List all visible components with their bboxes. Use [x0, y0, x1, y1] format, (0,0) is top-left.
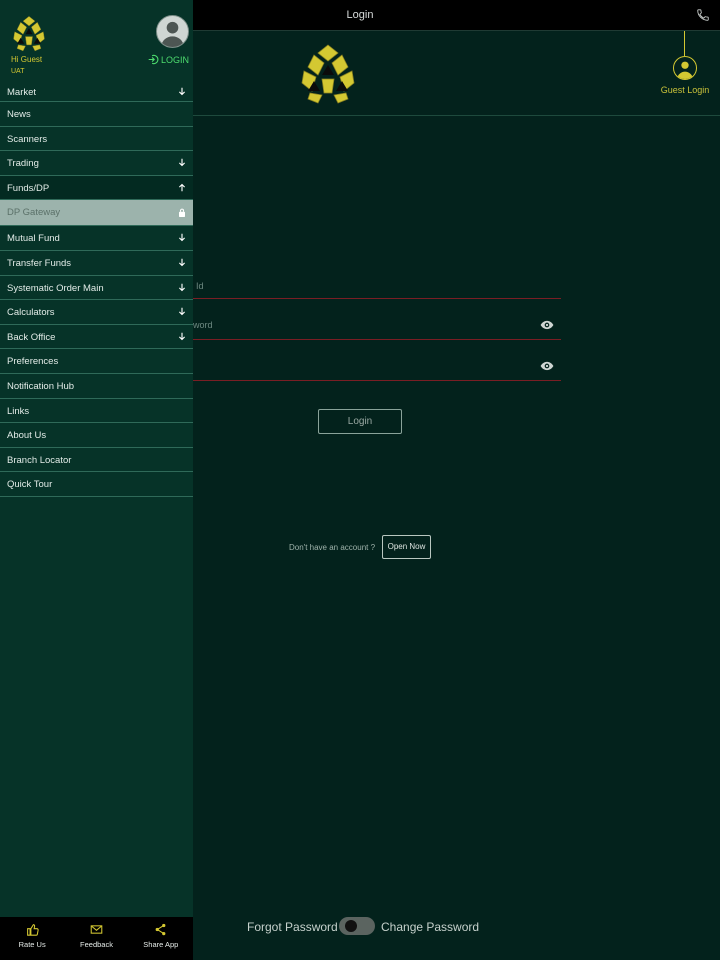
password-underline [193, 339, 561, 340]
menu-item-about-us[interactable]: About Us [0, 423, 193, 448]
rate-us-label: Rate Us [18, 940, 46, 949]
login-button[interactable]: Login [318, 409, 402, 434]
share-app-label: Share App [143, 940, 179, 949]
phone-icon[interactable] [696, 8, 710, 22]
guest-avatar-icon[interactable] [673, 56, 697, 80]
menu-item-dp-gateway[interactable]: DP Gateway [0, 200, 193, 227]
share-app-button[interactable]: Share App [129, 917, 193, 960]
greeting-text: Hi Guest [11, 55, 43, 64]
feedback-button[interactable]: Feedback [64, 917, 128, 960]
thumbs-up-icon [26, 924, 39, 936]
menu-item-label: Notification Hub [7, 380, 75, 392]
no-account-text: Don't have an account ? [289, 543, 376, 552]
drawer-menu: Market News Scanners Trading Funds/DP DP… [0, 82, 193, 497]
menu-item-branch-locator[interactable]: Branch Locator [0, 448, 193, 473]
drawer-login-label: LOGIN [161, 54, 190, 65]
rate-us-button[interactable]: Rate Us [0, 917, 64, 960]
share-icon [155, 923, 166, 936]
menu-item-systematic-order-main[interactable]: Systematic Order Main [0, 276, 193, 301]
menu-item-news[interactable]: News [0, 102, 193, 127]
mail-icon [90, 925, 103, 934]
arrow-down-icon [178, 158, 186, 167]
brand-logo [301, 44, 355, 104]
menu-item-back-office[interactable]: Back Office [0, 325, 193, 350]
menu-item-funds-dp[interactable]: Funds/DP [0, 175, 193, 201]
password-mode-toggle[interactable] [339, 917, 375, 935]
user-id-field[interactable]: Id [196, 281, 204, 291]
arrow-down-icon [178, 87, 186, 96]
drawer-login-link[interactable]: LOGIN [148, 54, 189, 65]
menu-item-scanners[interactable]: Scanners [0, 127, 193, 152]
password-footer: Forgot Password Change Password [193, 914, 720, 940]
menu-item-quick-tour[interactable]: Quick Tour [0, 472, 193, 497]
toggle-knob [345, 920, 357, 932]
login-icon [148, 54, 159, 65]
guest-login-connector [684, 31, 685, 56]
menu-item-label: Calculators [7, 307, 55, 319]
menu-item-mutual-fund[interactable]: Mutual Fund [0, 226, 193, 251]
open-now-button[interactable]: Open Now [382, 535, 431, 559]
password-field[interactable]: word [193, 320, 213, 330]
menu-item-notification-hub[interactable]: Notification Hub [0, 374, 193, 399]
arrow-down-icon [178, 234, 186, 242]
menu-item-transfer-funds[interactable]: Transfer Funds [0, 251, 193, 276]
menu-item-label: About Us [7, 430, 47, 442]
menu-item-label: News [7, 109, 31, 120]
lock-icon [179, 209, 185, 218]
menu-item-label: Links [7, 405, 30, 417]
menu-item-label: Scanners [7, 133, 48, 145]
menu-item-market[interactable]: Market [0, 82, 193, 102]
change-password-link[interactable]: Change Password [381, 920, 479, 934]
menu-item-label: Market [7, 87, 37, 98]
menu-item-trading[interactable]: Trading [0, 151, 193, 176]
side-drawer: Hi Guest UAT LOGIN Market News Scanners [0, 0, 193, 960]
menu-item-label: Trading [7, 158, 39, 170]
menu-item-links[interactable]: Links [0, 399, 193, 424]
brand-logo [13, 16, 45, 52]
feedback-label: Feedback [80, 940, 113, 949]
menu-item-calculators[interactable]: Calculators [0, 300, 193, 325]
arrow-down-icon [178, 332, 186, 341]
arrow-down-icon [178, 283, 186, 291]
menu-item-label: Transfer Funds [7, 257, 72, 269]
menu-item-label: Systematic Order Main [7, 282, 104, 294]
menu-item-label: Branch Locator [7, 454, 72, 466]
arrow-down-icon [178, 258, 186, 267]
drawer-bottom-bar: Rate Us Feedback Share App [0, 917, 193, 960]
guest-login-label[interactable]: Guest Login [650, 85, 720, 95]
menu-item-label: Quick Tour [7, 479, 53, 491]
drawer-header: Hi Guest UAT LOGIN [0, 0, 193, 88]
menu-item-label: Mutual Fund [7, 233, 60, 245]
eye-icon[interactable] [540, 320, 554, 330]
menu-item-label: DP Gateway [7, 207, 61, 219]
menu-item-label: Funds/DP [7, 182, 50, 194]
eye-icon[interactable] [540, 361, 554, 371]
menu-item-label: Preferences [7, 356, 59, 368]
pin-underline [193, 380, 561, 381]
menu-item-preferences[interactable]: Preferences [0, 349, 193, 374]
menu-item-label: Back Office [7, 331, 56, 343]
user-avatar-icon[interactable] [156, 15, 189, 48]
user-id-underline [193, 298, 561, 299]
arrow-up-icon [178, 183, 186, 192]
forgot-password-link[interactable]: Forgot Password [247, 920, 338, 934]
environment-label: UAT [11, 68, 25, 75]
arrow-down-icon [178, 307, 186, 316]
